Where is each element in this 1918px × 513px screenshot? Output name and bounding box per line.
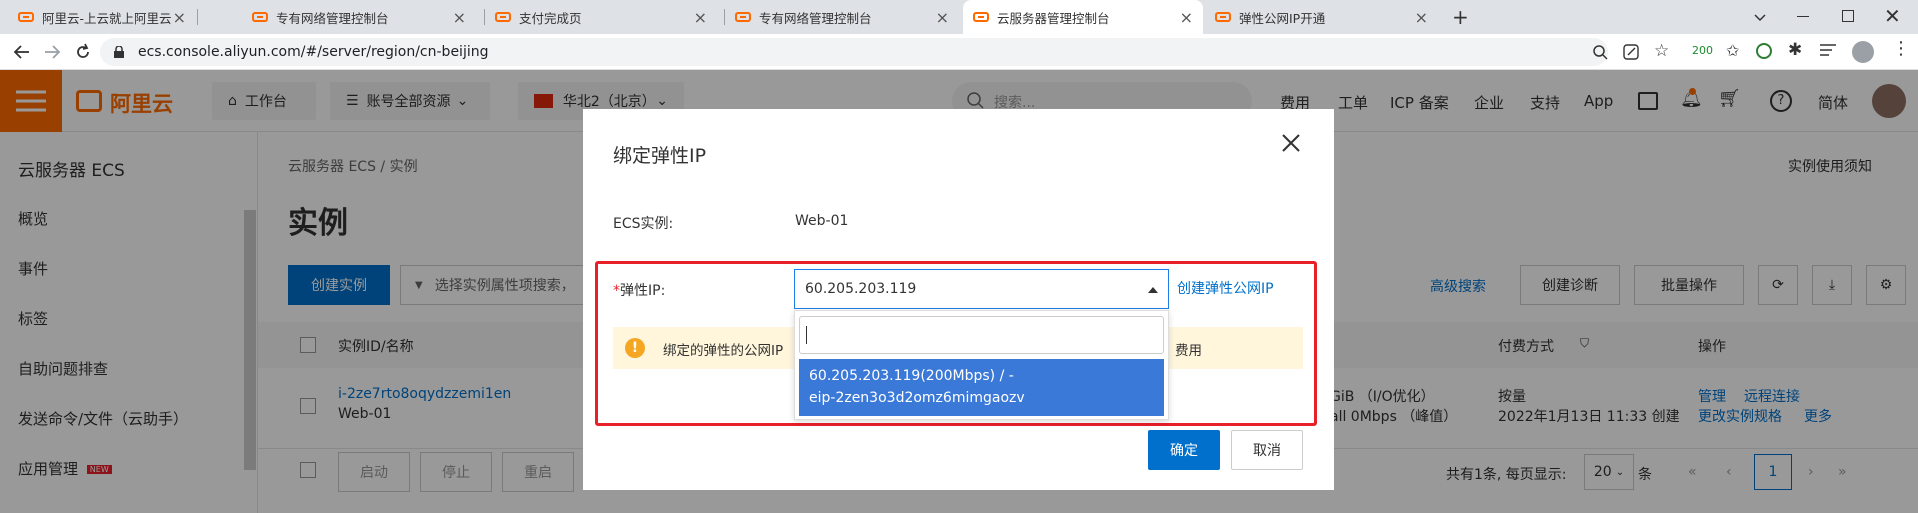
text-cursor bbox=[806, 326, 807, 344]
notice-text-right: 费用 bbox=[1175, 343, 1202, 359]
eip-option-id: eip-2zen3o3d2omz6mimgaozv bbox=[809, 390, 1025, 406]
circle-extension-icon[interactable] bbox=[1756, 43, 1772, 59]
tab-title: 弹性公网IP开通 bbox=[1239, 10, 1326, 26]
new-tab-button[interactable]: + bbox=[1452, 5, 1469, 29]
aliyun-favicon-icon bbox=[18, 12, 34, 22]
eip-select[interactable]: 60.205.203.119 bbox=[794, 269, 1169, 309]
address-bar[interactable]: ecs.console.aliyun.com/#/server/region/c… bbox=[100, 38, 1608, 66]
tab-title: 专有网络管理控制台 bbox=[759, 10, 872, 26]
close-icon[interactable]: × bbox=[173, 8, 186, 27]
window-close-icon[interactable]: ✕ bbox=[1884, 4, 1901, 28]
eip-label-text: 弹性IP: bbox=[620, 283, 666, 299]
ecs-instance-label: ECS实例: bbox=[613, 216, 674, 232]
notice-text-left: 绑定的弹性的公网IP bbox=[663, 343, 784, 359]
browser-tab[interactable]: 支付完成页 × bbox=[485, 0, 717, 34]
confirm-button[interactable]: 确定 bbox=[1148, 430, 1220, 470]
reading-list-icon[interactable] bbox=[1820, 43, 1836, 57]
tab-separator bbox=[197, 9, 198, 25]
close-icon[interactable] bbox=[1279, 131, 1303, 155]
bookmark-star-icon[interactable]: ☆ bbox=[1654, 41, 1669, 61]
close-icon[interactable]: × bbox=[453, 8, 466, 27]
bind-eip-dialog: 绑定弹性IP ECS实例: Web-01 *弹性IP: 60.205.203.1… bbox=[583, 109, 1334, 490]
tab-title: 阿里云-上云就上阿里云 bbox=[42, 10, 172, 26]
share-icon[interactable] bbox=[1622, 43, 1640, 61]
tab-title: 云服务器管理控制台 bbox=[997, 10, 1110, 26]
aliyun-favicon-icon bbox=[973, 12, 989, 22]
lock-icon[interactable] bbox=[114, 46, 124, 58]
eip-label: *弹性IP: bbox=[613, 280, 665, 300]
ecs-instance-value: Web-01 bbox=[795, 213, 849, 229]
url-text: ecs.console.aliyun.com/#/server/region/c… bbox=[138, 44, 489, 60]
close-icon[interactable]: × bbox=[936, 8, 949, 27]
eip-dropdown-menu: 60.205.203.119(200Mbps) / - eip-2zen3o3d… bbox=[794, 310, 1169, 420]
eip-dropdown-search-input[interactable] bbox=[799, 316, 1164, 354]
create-eip-link[interactable]: 创建弹性公网IP bbox=[1177, 278, 1274, 298]
browser-tab-active[interactable]: 云服务器管理控制台 × bbox=[963, 0, 1203, 34]
aliyun-favicon-icon bbox=[735, 12, 751, 22]
star-extension-icon[interactable]: ✩ bbox=[1726, 41, 1739, 60]
chevron-down-icon[interactable] bbox=[1750, 7, 1770, 27]
aliyun-favicon-icon bbox=[495, 12, 511, 22]
puzzle-extensions-icon[interactable]: ✱ bbox=[1788, 40, 1802, 60]
minimize-icon[interactable] bbox=[1797, 16, 1809, 17]
cancel-button[interactable]: 取消 bbox=[1231, 430, 1303, 470]
restore-icon[interactable] bbox=[1842, 10, 1854, 22]
forward-arrow-icon[interactable] bbox=[42, 42, 62, 62]
close-icon[interactable]: × bbox=[1415, 8, 1428, 27]
tab-title: 专有网络管理控制台 bbox=[276, 10, 389, 26]
eip-selected-value: 60.205.203.119 bbox=[805, 281, 917, 297]
close-icon[interactable]: × bbox=[694, 8, 707, 27]
caret-up-icon bbox=[1148, 286, 1158, 294]
close-icon[interactable]: × bbox=[1180, 8, 1193, 27]
zoom-icon[interactable] bbox=[1592, 44, 1608, 60]
back-arrow-icon[interactable] bbox=[12, 42, 32, 62]
tab-title: 支付完成页 bbox=[519, 10, 582, 26]
browser-tab[interactable]: 专有网络管理控制台 × bbox=[725, 0, 959, 34]
reload-icon[interactable] bbox=[73, 42, 93, 62]
extension-badge[interactable]: 200 bbox=[1692, 44, 1713, 57]
browser-tab-strip: 阿里云-上云就上阿里云 × 专有网络管理控制台 × 支付完成页 × 专有网络管理… bbox=[0, 0, 1918, 34]
eip-option-address: 60.205.203.119(200Mbps) / - bbox=[809, 368, 1014, 384]
browser-tab[interactable]: 弹性公网IP开通 × bbox=[1205, 0, 1438, 34]
aliyun-favicon-icon bbox=[1215, 12, 1231, 22]
aliyun-favicon-icon bbox=[252, 12, 268, 22]
browser-toolbar: ecs.console.aliyun.com/#/server/region/c… bbox=[0, 34, 1918, 70]
required-mark: * bbox=[613, 283, 620, 299]
browser-menu-icon[interactable]: ⋮ bbox=[1892, 40, 1910, 58]
dialog-title: 绑定弹性IP bbox=[613, 145, 707, 167]
warning-icon: ! bbox=[625, 338, 645, 358]
profile-avatar[interactable] bbox=[1852, 41, 1874, 63]
browser-tab[interactable]: 专有网络管理控制台 × bbox=[242, 0, 476, 34]
eip-option[interactable]: 60.205.203.119(200Mbps) / - eip-2zen3o3d… bbox=[799, 359, 1164, 416]
browser-tab[interactable]: 阿里云-上云就上阿里云 × bbox=[8, 0, 196, 34]
